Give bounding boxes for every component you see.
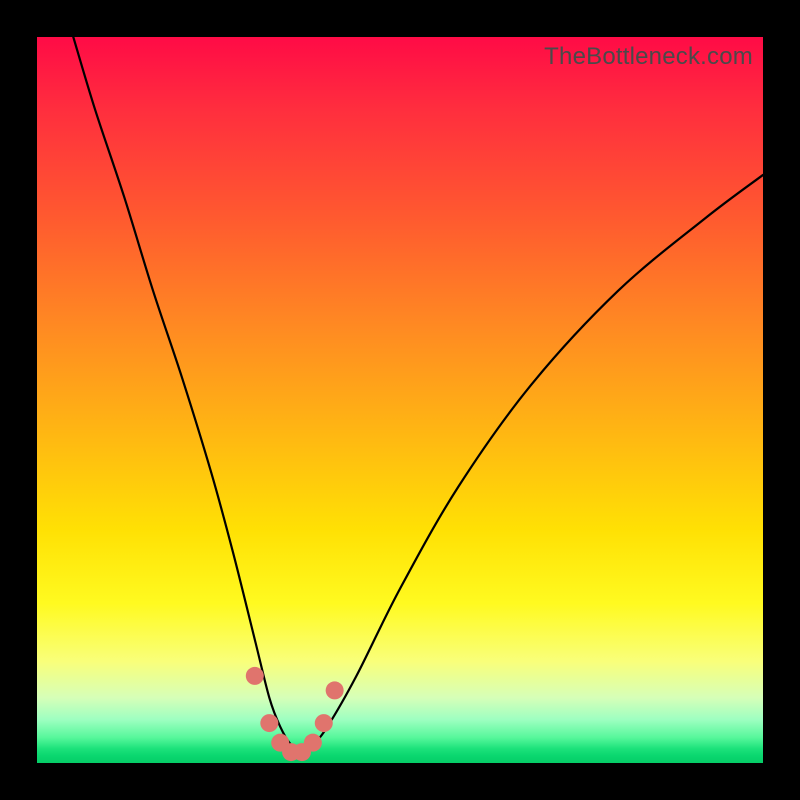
- bottleneck-curve: [73, 37, 763, 752]
- curve-layer: [37, 37, 763, 763]
- chart-frame: TheBottleneck.com: [0, 0, 800, 800]
- plot-area: TheBottleneck.com: [37, 37, 763, 763]
- highlight-point: [304, 734, 322, 752]
- highlight-point: [315, 714, 333, 732]
- highlight-points: [246, 667, 344, 761]
- highlight-point: [246, 667, 264, 685]
- highlight-point: [260, 714, 278, 732]
- highlight-point: [326, 681, 344, 699]
